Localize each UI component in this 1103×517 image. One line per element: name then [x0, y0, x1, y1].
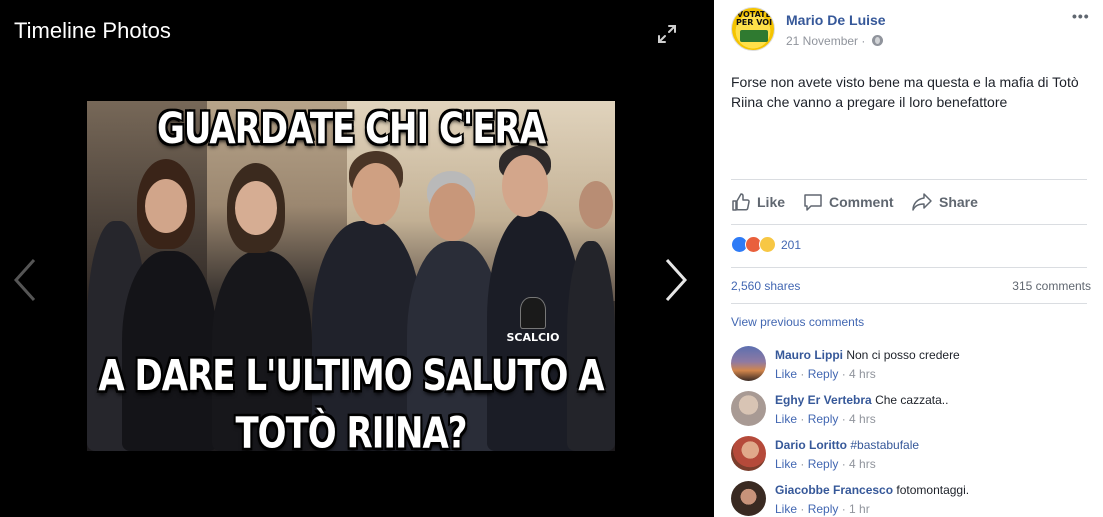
post-actions: Like Comment Share: [731, 189, 1087, 215]
divider: [731, 224, 1087, 225]
watermark-text: SCALCIO: [506, 331, 560, 344]
comment-like-link[interactable]: Like: [775, 502, 797, 516]
reactions-summary[interactable]: 201: [731, 236, 801, 253]
comments-count[interactable]: 315 comments: [1012, 279, 1091, 293]
photo-viewer: Timeline Photos GUARDATE CHI C'ERA SCALC…: [0, 0, 714, 517]
commenter-name[interactable]: Giacobbe Francesco: [775, 483, 893, 497]
comment-like-link[interactable]: Like: [775, 412, 797, 426]
comment-text: fotomontaggi.: [896, 483, 970, 497]
more-options-icon[interactable]: •••: [1072, 8, 1090, 24]
comment-time[interactable]: 4 hrs: [849, 367, 876, 381]
post-text: Forse non avete visto bene ma questa e l…: [731, 74, 1079, 110]
next-photo-icon[interactable]: [663, 258, 689, 302]
haha-reaction-icon: [759, 236, 776, 253]
comment-like-link[interactable]: Like: [775, 367, 797, 381]
comment-text: Che cazzata..: [875, 393, 949, 407]
author-avatar[interactable]: VOTATE PER VOI: [731, 7, 775, 51]
comment-like-link[interactable]: Like: [775, 457, 797, 471]
avatar-logo-text: VOTATE PER VOI: [735, 10, 773, 27]
comment-hashtag[interactable]: #bastabufale: [850, 438, 919, 452]
post-date[interactable]: 21 November: [786, 34, 858, 48]
commenter-avatar[interactable]: [731, 436, 766, 471]
post-meta: 21 November ·: [786, 34, 883, 48]
comment-label: Comment: [829, 194, 894, 210]
expand-icon[interactable]: [655, 22, 679, 46]
post-panel: VOTATE PER VOI Mario De Luise 21 Novembe…: [714, 0, 1103, 517]
comment-item: Giacobbe Francesco fotomontaggi. Like · …: [731, 481, 1091, 517]
comment-item: Dario Loritto #bastabufale Like · Reply …: [731, 436, 1091, 481]
comment-time[interactable]: 4 hrs: [849, 457, 876, 471]
share-label: Share: [939, 194, 978, 210]
thumbs-up-icon: [732, 193, 750, 211]
commenter-avatar[interactable]: [731, 391, 766, 426]
watermark: SCALCIO: [505, 297, 561, 344]
commenter-name[interactable]: Eghy Er Vertebra: [775, 393, 872, 407]
comment-icon: [804, 194, 822, 211]
viewer-title: Timeline Photos: [14, 18, 171, 43]
meme-top-text: GUARDATE CHI C'ERA: [156, 104, 546, 154]
divider: [731, 267, 1087, 268]
meme-photo[interactable]: GUARDATE CHI C'ERA SCALCIO A DARE L'ULTI…: [87, 101, 615, 451]
previous-photo-icon[interactable]: [12, 258, 38, 302]
watermark-figure-icon: [520, 297, 546, 329]
comment-item: Eghy Er Vertebra Che cazzata.. Like · Re…: [731, 391, 1091, 436]
commenter-avatar[interactable]: [731, 346, 766, 381]
meme-bottom-line2: TOTÒ RIINA?: [235, 408, 467, 451]
comment-reply-link[interactable]: Reply: [808, 412, 839, 426]
view-previous-comments-link[interactable]: View previous comments: [731, 315, 864, 329]
meme-bottom-line1: A DARE L'ULTIMO SALUTO A: [98, 351, 604, 402]
comment-reply-link[interactable]: Reply: [808, 502, 839, 516]
commenter-avatar[interactable]: [731, 481, 766, 516]
like-button[interactable]: Like: [731, 189, 785, 215]
author-name[interactable]: Mario De Luise: [786, 12, 886, 28]
like-label: Like: [757, 194, 786, 210]
divider: [731, 303, 1087, 304]
reactions-count[interactable]: 201: [781, 238, 801, 252]
globe-icon: [871, 35, 883, 46]
comment-item: Mauro Lippi Non ci posso credere Like · …: [731, 346, 1091, 391]
share-icon: [912, 193, 932, 211]
meta-separator: ·: [861, 34, 866, 48]
comment-text: Non ci posso credere: [846, 348, 960, 362]
comment-time[interactable]: 4 hrs: [849, 412, 876, 426]
comment-time[interactable]: 1 hr: [849, 502, 870, 516]
divider: [731, 179, 1087, 180]
commenter-name[interactable]: Dario Loritto: [775, 438, 847, 452]
comment-button[interactable]: Comment: [803, 189, 894, 215]
shares-count[interactable]: 2,560 shares: [731, 279, 800, 293]
comment-reply-link[interactable]: Reply: [808, 367, 839, 381]
comment-reply-link[interactable]: Reply: [808, 457, 839, 471]
commenter-name[interactable]: Mauro Lippi: [775, 348, 843, 362]
meme-bottom-text: A DARE L'ULTIMO SALUTO A TOTÒ RIINA?: [87, 348, 615, 451]
share-button[interactable]: Share: [911, 189, 978, 215]
